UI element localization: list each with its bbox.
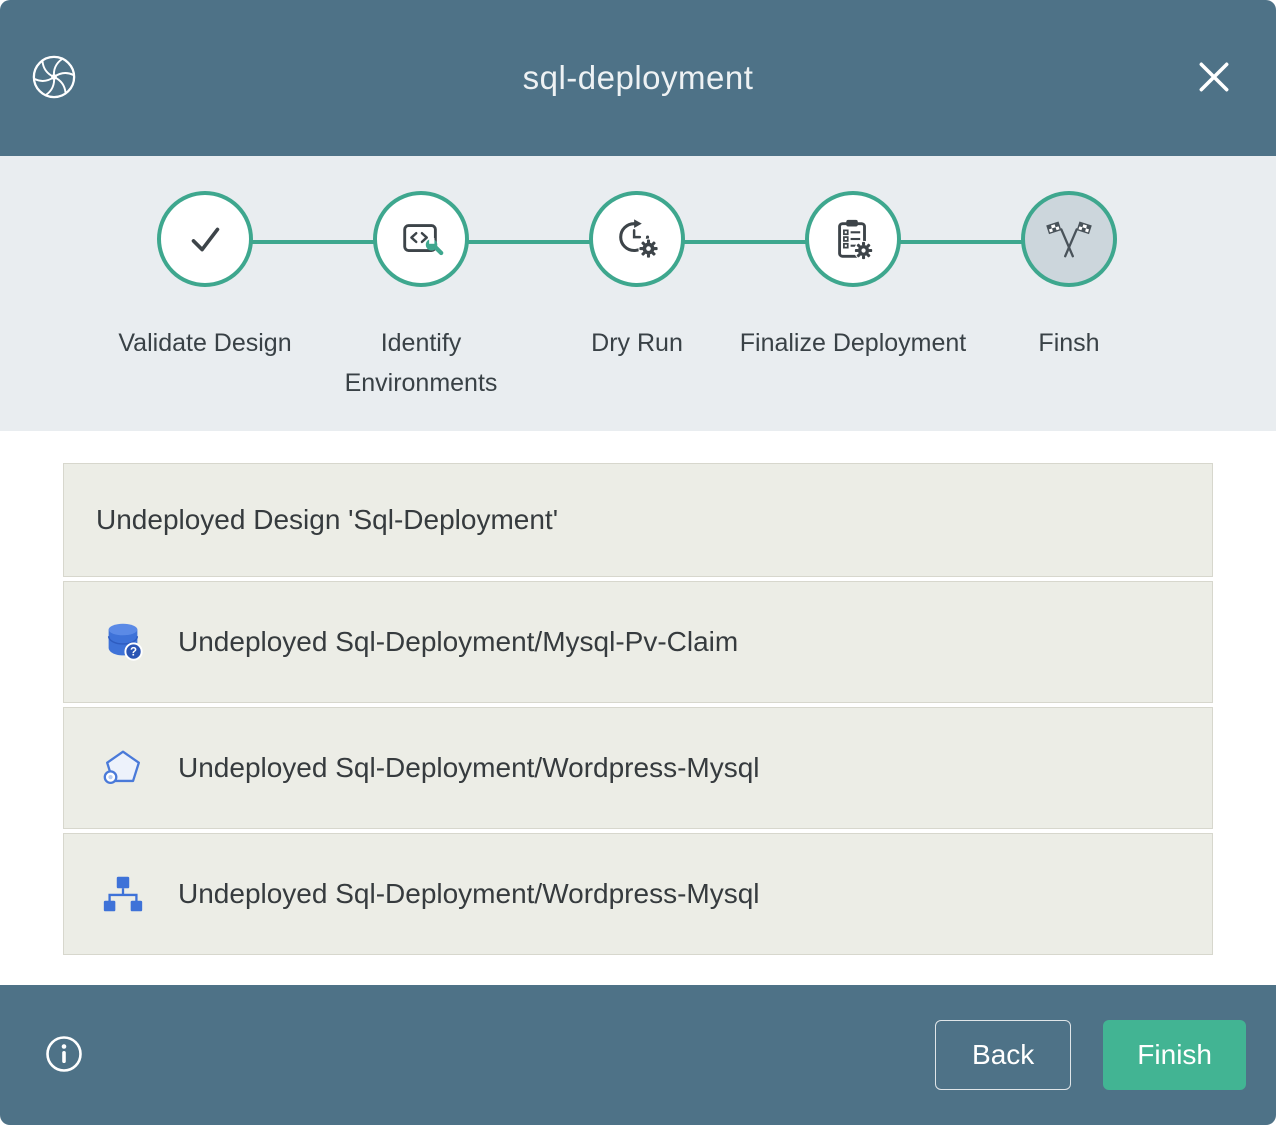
finish-flags-icon — [1021, 191, 1117, 287]
log-row-design: Undeployed Design 'Sql-Deployment' — [63, 463, 1213, 577]
log-row-topology: Undeployed Sql-Deployment/Wordpress-Mysq… — [63, 833, 1213, 955]
database-icon: ? — [100, 619, 146, 665]
dry-run-icon — [589, 191, 685, 287]
modal-title: sql-deployment — [0, 0, 1276, 156]
modal-footer: Back Finish — [0, 985, 1276, 1125]
back-button[interactable]: Back — [935, 1020, 1071, 1090]
info-button[interactable] — [42, 1033, 86, 1077]
close-button[interactable] — [1194, 58, 1234, 98]
close-icon — [1195, 84, 1233, 99]
finish-button[interactable]: Finish — [1103, 1020, 1246, 1090]
info-icon — [44, 1062, 84, 1077]
step-label: Finsh — [954, 323, 1184, 363]
log-text: Undeployed Sql-Deployment/Mysql-Pv-Claim — [178, 626, 738, 658]
step-finish: Finsh — [954, 191, 1184, 363]
wizard-stepper: Validate Design Identify Environments — [0, 156, 1276, 431]
wizard-content: Undeployed Design 'Sql-Deployment' ? Und… — [0, 431, 1276, 985]
svg-text:?: ? — [130, 647, 137, 659]
check-icon — [157, 191, 253, 287]
step-label: Validate Design — [90, 323, 320, 363]
step-label: Dry Run — [522, 323, 752, 363]
step-identify-environments: Identify Environments — [306, 191, 536, 403]
log-text: Undeployed Design 'Sql-Deployment' — [96, 504, 558, 536]
step-label: Identify Environments — [306, 323, 536, 403]
pod-icon — [100, 745, 146, 791]
modal-header: sql-deployment — [0, 0, 1276, 156]
topology-icon — [100, 871, 146, 917]
step-dry-run: Dry Run — [522, 191, 752, 363]
clipboard-gear-icon — [805, 191, 901, 287]
step-label: Finalize Deployment — [738, 323, 968, 363]
log-text: Undeployed Sql-Deployment/Wordpress-Mysq… — [178, 752, 760, 784]
log-row-pv-claim: ? Undeployed Sql-Deployment/Mysql-Pv-Cla… — [63, 581, 1213, 703]
step-finalize-deployment: Finalize Deployment — [738, 191, 968, 363]
log-row-pod: Undeployed Sql-Deployment/Wordpress-Mysq… — [63, 707, 1213, 829]
code-wrench-icon — [373, 191, 469, 287]
deployment-log-panel: Undeployed Design 'Sql-Deployment' ? Und… — [63, 463, 1213, 955]
log-text: Undeployed Sql-Deployment/Wordpress-Mysq… — [178, 878, 760, 910]
step-validate-design: Validate Design — [90, 191, 320, 363]
deployment-wizard-modal: sql-deployment Validate Design — [0, 0, 1276, 1125]
